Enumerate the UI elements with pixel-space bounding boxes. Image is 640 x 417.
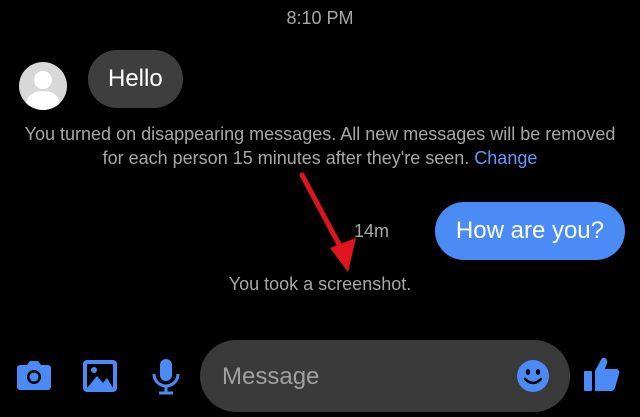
like-button[interactable] bbox=[582, 354, 622, 394]
message-input-container[interactable] bbox=[200, 340, 570, 414]
emoji-button[interactable] bbox=[516, 359, 550, 393]
emoji-icon bbox=[517, 360, 549, 392]
camera-button[interactable] bbox=[14, 356, 54, 396]
gallery-button[interactable] bbox=[80, 356, 120, 396]
thumbs-up-icon bbox=[584, 357, 620, 391]
voice-button[interactable] bbox=[146, 356, 186, 396]
message-input[interactable] bbox=[220, 340, 504, 414]
incoming-message-bubble[interactable]: Hello bbox=[88, 50, 183, 108]
camera-icon bbox=[17, 361, 51, 390]
avatar-placeholder-icon bbox=[25, 71, 61, 110]
disappearing-messages-notice: You turned on disappearing messages. All… bbox=[20, 122, 620, 170]
image-icon bbox=[83, 360, 117, 392]
contact-avatar[interactable] bbox=[19, 62, 67, 110]
outgoing-message-time: 14m bbox=[354, 221, 390, 241]
outgoing-message-bubble[interactable]: How are you? bbox=[434, 202, 625, 260]
screenshot-notice: You took a screenshot. bbox=[228, 274, 412, 294]
microphone-icon bbox=[152, 359, 180, 395]
message-timestamp: 8:10 PM bbox=[286, 8, 354, 28]
change-link[interactable]: Change bbox=[474, 148, 537, 168]
